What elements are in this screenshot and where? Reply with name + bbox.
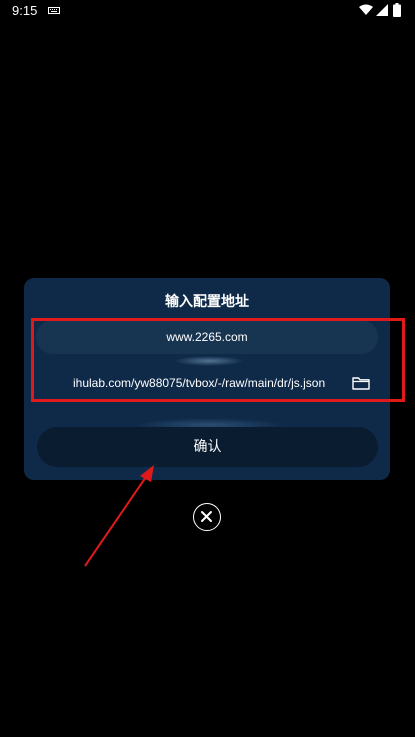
dialog-title: 输入配置地址 — [165, 294, 249, 310]
screen: 9:15 输入配置地址 www.2265.com ihulab.com/yw88… — [0, 0, 415, 737]
status-bar: 9:15 — [0, 0, 415, 24]
keyboard-icon — [48, 7, 60, 14]
wifi-icon — [359, 4, 373, 15]
signal-icon — [376, 4, 388, 16]
battery-icon — [393, 3, 401, 17]
status-time: 9:15 — [12, 3, 38, 18]
annotation-highlight-box — [31, 318, 405, 402]
close-button[interactable] — [193, 503, 221, 531]
annotation-arrow — [84, 465, 154, 567]
close-icon — [201, 511, 212, 522]
